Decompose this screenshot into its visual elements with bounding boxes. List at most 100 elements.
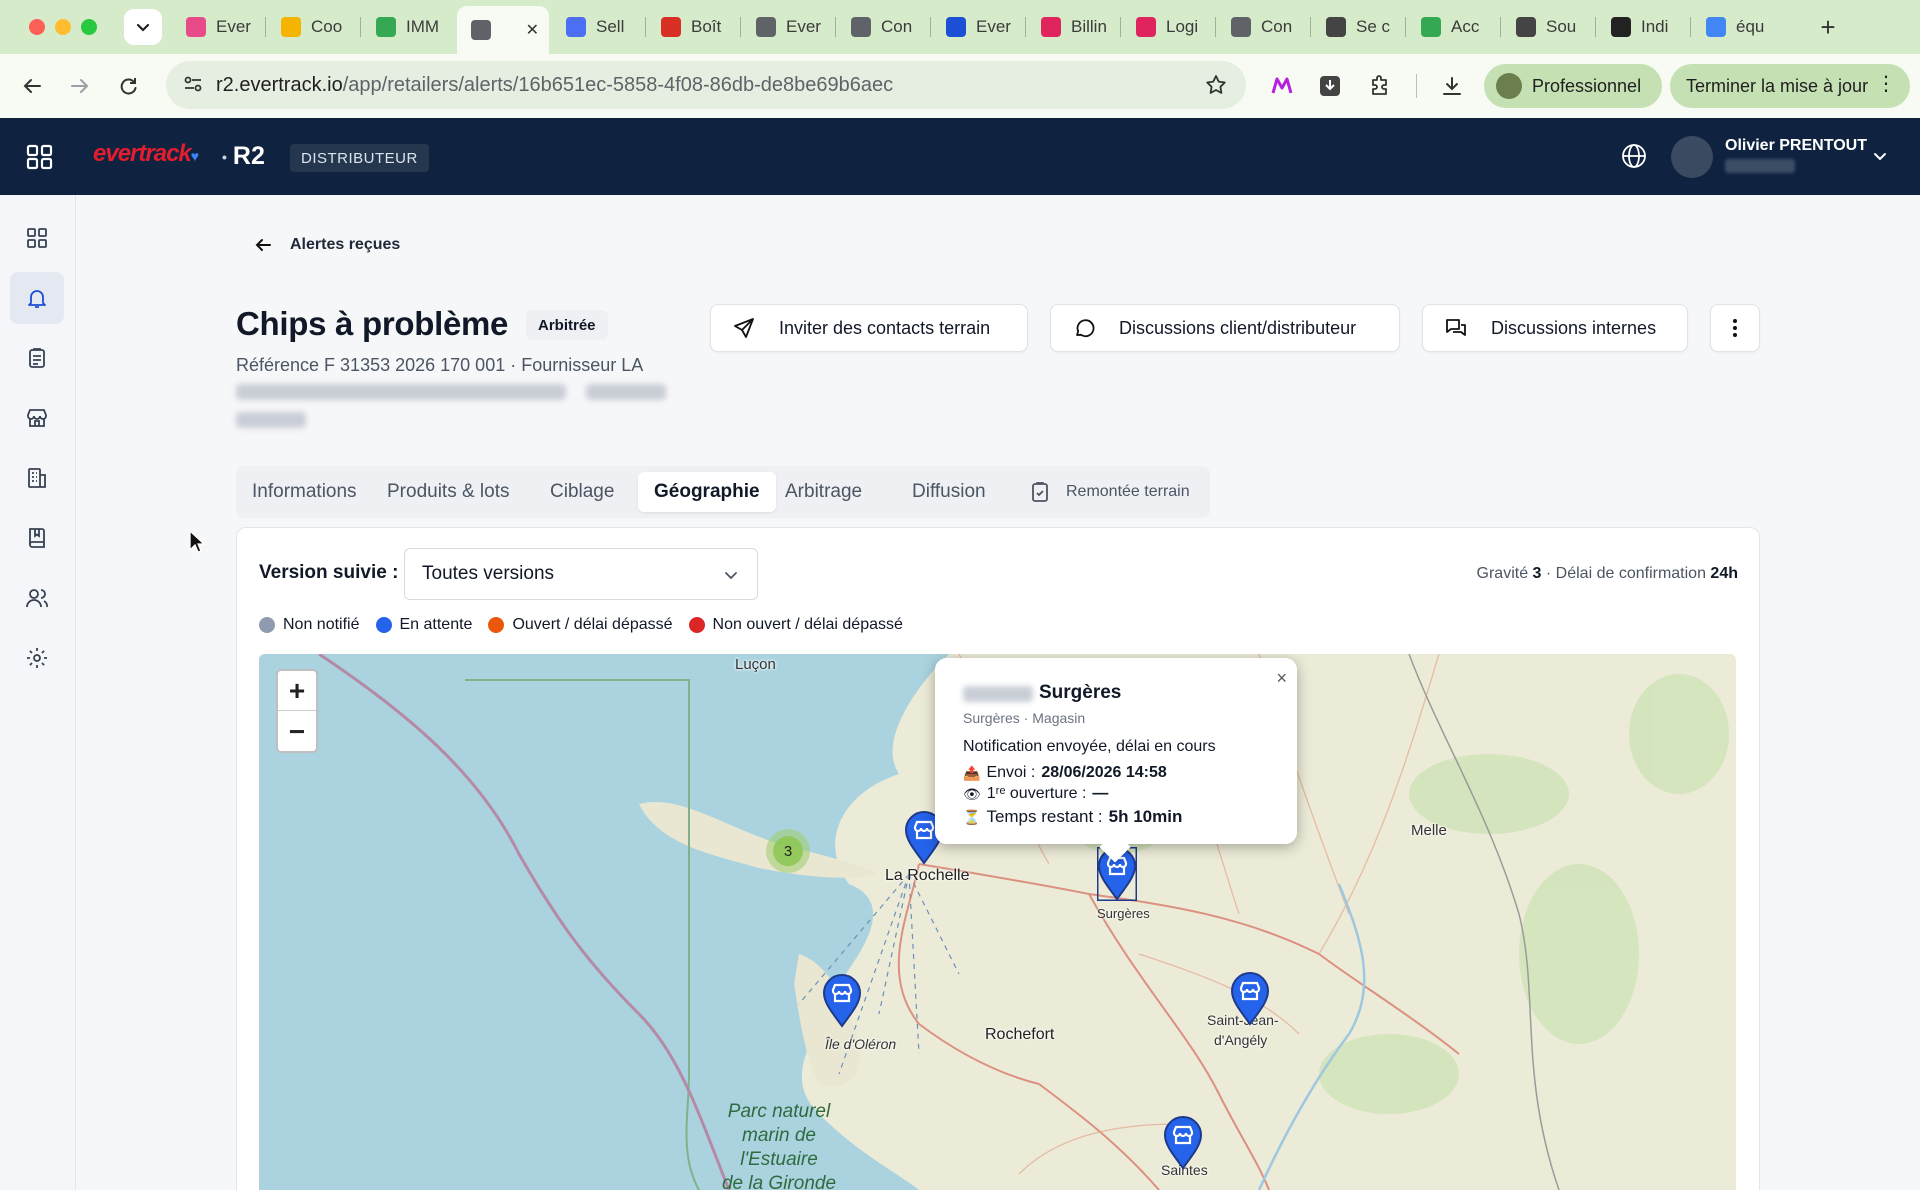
globe-icon[interactable] — [1620, 142, 1648, 170]
sidebar-item-stores[interactable] — [10, 392, 64, 444]
favicon-icon — [566, 17, 586, 37]
browser-tab[interactable]: Con — [1217, 8, 1307, 46]
extensions-button[interactable] — [1364, 70, 1396, 102]
browser-tab[interactable]: Acc — [1407, 8, 1497, 46]
browser-tab[interactable]: équ — [1692, 8, 1782, 46]
sidebar-item-dashboard[interactable] — [10, 212, 64, 264]
downloads-button[interactable] — [1436, 70, 1468, 102]
apps-grid-icon[interactable] — [26, 144, 54, 170]
store-pin-icon[interactable] — [1230, 972, 1270, 1026]
store-pin-icon[interactable] — [822, 974, 862, 1028]
zoom-in-button[interactable]: + — [278, 671, 316, 711]
popup-remaining-row: ⏳ Temps restant : 5h 10min — [963, 807, 1182, 827]
redacted-supplier-line — [236, 384, 566, 400]
tab-search-button[interactable] — [124, 9, 162, 45]
app-header: evertrack♥ • R2 DISTRIBUTEUR Olivier PREN… — [0, 118, 1920, 195]
delay-value: 24h — [1710, 565, 1738, 582]
store-pin-icon[interactable] — [1163, 1116, 1203, 1170]
extension-m-button[interactable] — [1266, 70, 1298, 102]
chevron-down-icon — [136, 23, 150, 32]
browser-tab[interactable]: ✕ — [457, 6, 549, 54]
status-badge: Arbitrée — [526, 310, 608, 340]
version-select[interactable]: Toutes versions — [404, 548, 758, 600]
sidebar-item-alerts[interactable] — [10, 272, 64, 324]
back-button[interactable] — [16, 70, 48, 102]
browser-tab-label: Indi — [1641, 17, 1669, 36]
window-maximize-button[interactable] — [81, 19, 97, 35]
update-button[interactable]: Terminer la mise à jour ⋮ — [1670, 64, 1910, 108]
browser-tab[interactable]: Sell — [552, 8, 642, 46]
browser-tab[interactable]: Ever — [172, 8, 262, 46]
browser-tab[interactable]: IMM — [362, 8, 452, 46]
tab-remontee-terrain[interactable]: Remontée terrain — [1014, 472, 1206, 512]
legend-item: Ouvert / délai dépassé — [488, 616, 673, 634]
map[interactable]: Luçon La Rochelle Surgères Melle Île d'O… — [259, 654, 1736, 1190]
user-avatar[interactable] — [1671, 136, 1713, 178]
bookmark-star-icon[interactable] — [1204, 73, 1228, 97]
browser-tab[interactable]: Coo — [267, 8, 357, 46]
close-tab-icon[interactable]: ✕ — [526, 20, 539, 40]
browser-tab[interactable]: Sou — [1502, 8, 1592, 46]
tab-separator — [1595, 17, 1596, 37]
client-distributor-discussions-button[interactable]: Discussions client/distributeur — [1050, 304, 1400, 352]
extension-download-button[interactable] — [1314, 70, 1346, 102]
window-close-button[interactable] — [29, 19, 45, 35]
profile-button[interactable]: Professionnel — [1484, 64, 1662, 108]
product-label: R2 — [232, 142, 265, 170]
popup-open-label: 1ʳᵉ ouverture : — [986, 785, 1087, 802]
sidebar-item-settings[interactable] — [10, 632, 64, 684]
browser-tab[interactable]: Billin — [1027, 8, 1117, 46]
tab-separator — [1405, 17, 1406, 37]
favicon-icon — [661, 17, 681, 37]
window-minimize-button[interactable] — [55, 19, 71, 35]
map-label-rochefort: Rochefort — [985, 1026, 1055, 1043]
gravity-label: Gravité — [1476, 565, 1529, 582]
browser-tab[interactable]: Logi — [1122, 8, 1212, 46]
sidebar-item-tasks[interactable] — [10, 332, 64, 384]
tab-separator — [740, 17, 741, 37]
favicon-icon — [1136, 17, 1156, 37]
map-cluster-marker[interactable]: 3 — [766, 829, 810, 873]
tab-produits-lots[interactable]: Produits & lots — [371, 472, 526, 512]
map-label-la-rochelle: La Rochelle — [885, 867, 970, 884]
map-label-melle: Melle — [1411, 822, 1447, 839]
tab-diffusion[interactable]: Diffusion — [896, 472, 1002, 512]
internal-discussions-button[interactable]: Discussions internes — [1422, 304, 1688, 352]
legend-dot — [259, 617, 275, 633]
browser-tab-strip: Ever Coo IMM ✕ Sell Boît Ever Con Ever Billin Logi… — [0, 0, 1920, 54]
kebab-menu-icon: ⋮ — [1876, 73, 1896, 95]
more-actions-button[interactable] — [1710, 304, 1760, 352]
tab-ciblage[interactable]: Ciblage — [534, 472, 630, 512]
browser-tab[interactable]: Boît — [647, 8, 737, 46]
sidebar-item-catalog[interactable] — [10, 512, 64, 564]
sidebar-item-users[interactable] — [10, 572, 64, 624]
browser-tab[interactable]: Se c — [1312, 8, 1402, 46]
new-tab-button[interactable]: + — [1812, 10, 1844, 44]
browser-tab[interactable]: Ever — [742, 8, 832, 46]
product-name: • R2 — [222, 142, 265, 170]
browser-tab[interactable]: Con — [837, 8, 927, 46]
address-bar[interactable]: r2.evertrack.io/app/retailers/alerts/16b… — [166, 61, 1246, 109]
legend-dot — [375, 617, 392, 633]
invite-contacts-button[interactable]: Inviter des contacts terrain — [710, 304, 1028, 352]
message-circle-icon — [1076, 319, 1095, 338]
browser-tab-label: Ever — [786, 17, 821, 36]
sidebar-item-companies[interactable] — [10, 452, 64, 504]
browser-tab-label: Con — [881, 17, 913, 36]
browser-tab[interactable]: Ever — [932, 8, 1022, 46]
url-text[interactable]: r2.evertrack.io/app/retailers/alerts/16b… — [216, 74, 893, 97]
tab-arbitrage[interactable]: Arbitrage — [769, 472, 878, 512]
tab-informations[interactable]: Informations — [236, 472, 373, 512]
tab-geographie[interactable]: Géographie — [638, 472, 776, 512]
back-to-alerts-link[interactable]: Alertes reçues — [254, 236, 400, 254]
popup-remaining-value: 5h 10min — [1108, 807, 1183, 826]
chevron-down-icon[interactable] — [1872, 148, 1888, 164]
forward-button[interactable] — [64, 70, 96, 102]
evertrack-logo[interactable]: evertrack♥ — [93, 140, 199, 168]
site-settings-icon[interactable] — [182, 73, 204, 95]
close-icon[interactable]: × — [1276, 668, 1287, 689]
zoom-out-button[interactable]: − — [278, 712, 316, 752]
reload-button[interactable] — [112, 70, 144, 102]
puzzle-icon — [1372, 75, 1387, 95]
browser-tab[interactable]: Indi — [1597, 8, 1687, 46]
